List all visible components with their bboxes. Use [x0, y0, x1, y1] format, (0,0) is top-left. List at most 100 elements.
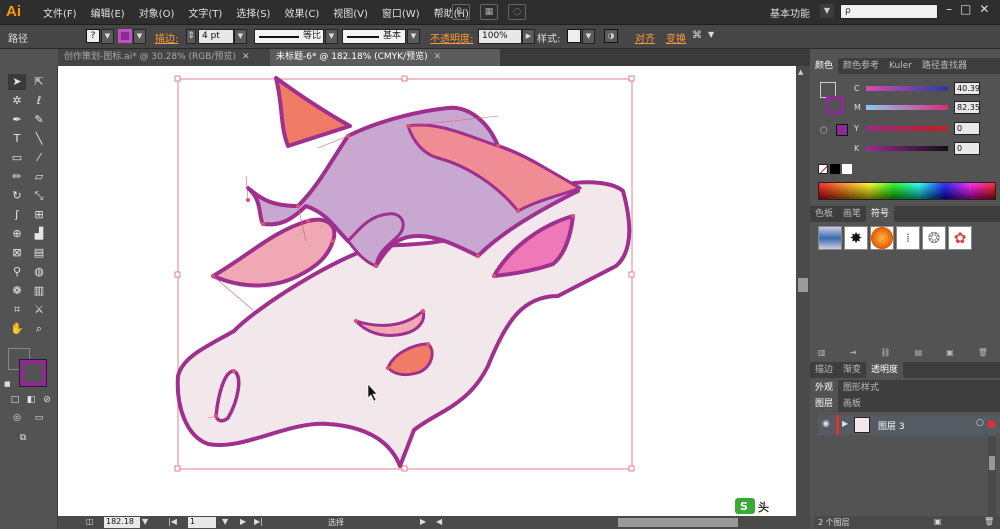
- blend-tool-icon[interactable]: ◍: [30, 264, 48, 280]
- none-mode-icon[interactable]: ⊘: [38, 392, 56, 408]
- channel-c-value[interactable]: 40.39: [954, 82, 980, 95]
- new-layer-icon[interactable]: ▣: [934, 517, 942, 526]
- panel-menu-icon[interactable]: ▼: [708, 30, 714, 39]
- channel-y-value[interactable]: 0: [954, 122, 980, 135]
- horizontal-scroll-left-icon[interactable]: ◀: [436, 517, 442, 526]
- symbol-dots[interactable]: ⁞: [896, 226, 920, 250]
- channel-m-slider[interactable]: [866, 105, 948, 110]
- symbol-ring[interactable]: ❂: [922, 226, 946, 250]
- channel-c-slider[interactable]: [866, 86, 948, 91]
- symbol-sprayer-tool-icon[interactable]: ❁: [8, 283, 26, 299]
- stroke-weight-dropdown[interactable]: ▼: [234, 29, 247, 44]
- stroke-dropdown[interactable]: ▼: [133, 29, 146, 44]
- variable-width-profile[interactable]: 等比: [254, 29, 324, 44]
- hand-tool-icon[interactable]: ✋: [8, 321, 26, 337]
- symbol-flower[interactable]: ✿: [948, 226, 972, 250]
- tab-stroke[interactable]: 描边: [810, 362, 838, 378]
- swap-colors-icon[interactable]: ■: [4, 380, 11, 388]
- scroll-up-icon[interactable]: ▲: [798, 68, 803, 76]
- color-spectrum[interactable]: [818, 182, 996, 200]
- tab-graphic-styles[interactable]: 图形样式: [838, 380, 884, 396]
- brush-definition[interactable]: 基本: [342, 29, 406, 44]
- warp-tool-icon[interactable]: ʃ: [8, 207, 26, 223]
- break-link-icon[interactable]: ⛓: [880, 348, 890, 357]
- stroke-weight-field[interactable]: 4 pt: [198, 29, 234, 44]
- visibility-eye-icon[interactable]: ◉: [822, 419, 830, 429]
- tab-layers[interactable]: 图层: [810, 396, 839, 412]
- isolate-icon[interactable]: ⌘: [692, 30, 702, 41]
- free-transform-tool-icon[interactable]: ⊞: [30, 207, 48, 223]
- gpu-icon[interactable]: ◌: [508, 4, 526, 20]
- delete-layer-icon[interactable]: 🗑: [984, 517, 994, 526]
- target-icon[interactable]: ○: [976, 418, 984, 428]
- selection-tool-icon[interactable]: ➤: [8, 74, 26, 90]
- graphic-style-swatch[interactable]: [567, 29, 581, 43]
- opacity-label[interactable]: 不透明度:: [430, 30, 473, 45]
- slice-tool-icon[interactable]: ⚔: [30, 302, 48, 318]
- expand-icon[interactable]: ▶: [842, 419, 848, 428]
- last-color-swatch[interactable]: [836, 124, 848, 136]
- panel-scrollbar[interactable]: [988, 436, 996, 516]
- tab-gradient[interactable]: 渐变: [838, 362, 866, 378]
- cube-icon[interactable]: ⬡: [820, 126, 828, 136]
- opacity-field[interactable]: 100%: [478, 29, 522, 44]
- menu-window[interactable]: 窗口(W): [375, 5, 427, 20]
- menu-select[interactable]: 选择(S): [229, 5, 277, 20]
- menu-view[interactable]: 视图(V): [326, 5, 375, 20]
- arrange-documents-icon[interactable]: ▦: [480, 4, 498, 20]
- tab-brushes[interactable]: 画笔: [838, 206, 866, 222]
- channel-k-slider[interactable]: [866, 146, 948, 151]
- layer-name[interactable]: 图层 3: [878, 419, 905, 432]
- workspace-switcher[interactable]: 基本功能: [770, 5, 810, 20]
- unicorn-artwork[interactable]: S 头: [58, 66, 796, 516]
- magic-wand-tool-icon[interactable]: ✲: [8, 93, 26, 109]
- direct-selection-tool-icon[interactable]: ⇱: [30, 74, 48, 90]
- graph-tool-icon[interactable]: ▥: [30, 283, 48, 299]
- none-swatch[interactable]: [818, 164, 828, 174]
- page-field[interactable]: 1: [188, 517, 216, 528]
- minimize-icon[interactable]: –: [946, 2, 952, 16]
- menu-effect[interactable]: 效果(C): [277, 5, 326, 20]
- brush-dropdown[interactable]: ▼: [407, 29, 420, 44]
- opacity-dropdown[interactable]: ▶: [522, 29, 535, 44]
- artboard-tool-icon[interactable]: ⌗: [8, 302, 26, 318]
- tab-kuler[interactable]: Kuler: [884, 58, 917, 74]
- maximize-icon[interactable]: □: [960, 2, 971, 16]
- delete-symbol-icon[interactable]: 🗑: [978, 348, 988, 357]
- tab-appearance[interactable]: 外观: [810, 380, 839, 396]
- tab-color-guide[interactable]: 颜色参考: [838, 58, 884, 74]
- black-swatch[interactable]: [830, 164, 840, 174]
- fill-dropdown[interactable]: ▼: [101, 29, 114, 44]
- selection-indicator[interactable]: [988, 421, 995, 428]
- unicorn-horn[interactable]: [274, 76, 352, 148]
- rectangle-tool-icon[interactable]: ▭: [8, 150, 26, 166]
- place-symbol-icon[interactable]: ⇥: [850, 348, 857, 357]
- pencil-tool-icon[interactable]: ✏: [8, 169, 26, 185]
- line-tool-icon[interactable]: ╲: [30, 131, 48, 147]
- stroke-color-box[interactable]: [19, 359, 47, 387]
- recolor-icon[interactable]: ◑: [604, 29, 618, 43]
- eyedropper-tool-icon[interactable]: ⚲: [8, 264, 26, 280]
- white-swatch[interactable]: [842, 164, 852, 174]
- menu-object[interactable]: 对象(O): [132, 5, 182, 20]
- curvature-tool-icon[interactable]: ✎: [30, 112, 48, 128]
- tab-doc-1[interactable]: 创作策划-图标.ai* @ 30.28% (RGB/预览) ✕: [58, 49, 270, 66]
- menu-file[interactable]: 文件(F): [36, 5, 84, 20]
- paintbrush-tool-icon[interactable]: ⁄: [30, 150, 48, 166]
- mesh-tool-icon[interactable]: ⊠: [8, 245, 26, 261]
- type-tool-icon[interactable]: T: [8, 131, 26, 147]
- symbol-library-icon[interactable]: ▥: [818, 348, 826, 357]
- tab-artboards[interactable]: 画板: [838, 396, 866, 412]
- last-page-icon[interactable]: ▶|: [254, 517, 263, 526]
- close-icon[interactable]: ✕: [242, 52, 250, 62]
- channel-y-slider[interactable]: [866, 126, 948, 131]
- search-input[interactable]: ρ: [840, 4, 938, 19]
- scroll-thumb[interactable]: [798, 278, 808, 292]
- first-page-icon[interactable]: |◀: [168, 517, 177, 526]
- close-icon[interactable]: ✕: [979, 2, 989, 16]
- stroke-label[interactable]: 描边:: [155, 30, 178, 45]
- zoom-dropdown[interactable]: ▼: [142, 517, 148, 526]
- style-dropdown[interactable]: ▼: [582, 29, 595, 44]
- pen-tool-icon[interactable]: ✒: [8, 112, 26, 128]
- artboard-canvas[interactable]: S 头: [58, 66, 796, 516]
